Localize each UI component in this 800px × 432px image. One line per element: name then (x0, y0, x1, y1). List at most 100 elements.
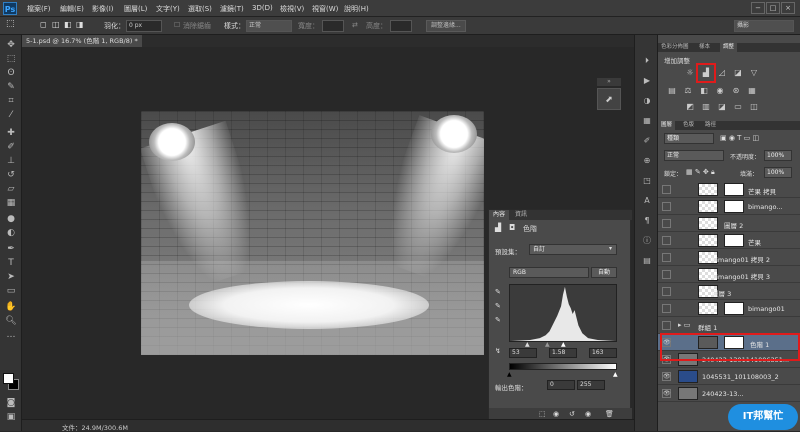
height-input[interactable] (390, 20, 412, 32)
posterize-icon[interactable]: ▥ (700, 102, 712, 112)
delete-icon[interactable]: 🗑︎ (605, 410, 614, 418)
subtract-selection-icon[interactable]: ◧ (64, 20, 72, 29)
menu-filter[interactable]: 濾鏡(T) (220, 4, 244, 14)
clone-source-icon[interactable]: ⊕ (639, 155, 655, 167)
output-black-slider[interactable]: ▲ (507, 371, 512, 378)
foreground-color-swatch[interactable] (3, 373, 14, 384)
antialias-checkbox[interactable]: ☐ (174, 21, 180, 29)
hue-sat-icon[interactable]: ▤ (666, 86, 678, 96)
more-tools-icon[interactable]: … (3, 329, 19, 341)
menu-layer[interactable]: 圖層(L) (124, 4, 147, 14)
black-white-icon[interactable]: ◧ (698, 86, 710, 96)
shape-tool-icon[interactable]: ▭ (3, 285, 19, 297)
maximize-button[interactable]: □ (766, 2, 780, 14)
threshold-icon[interactable]: ◪ (716, 102, 728, 112)
tab-properties[interactable]: 內容 (489, 210, 510, 220)
paragraph-icon[interactable]: ¶ (639, 215, 655, 227)
brush-preset-icon[interactable]: ✐ (639, 135, 655, 147)
visibility-icon[interactable]: ◉ (585, 410, 591, 418)
invert-icon[interactable]: ◩ (684, 102, 696, 112)
tab-channels[interactable]: 色版 (680, 121, 697, 130)
menu-window[interactable]: 視窗(W) (312, 4, 338, 14)
fill-field[interactable]: 100% (764, 167, 792, 178)
color-lookup-icon[interactable]: ▦ (746, 86, 758, 96)
actions-icon[interactable]: ▶ (639, 75, 655, 87)
eye-icon[interactable] (662, 236, 671, 245)
input-gamma-field[interactable]: 1.58 (549, 348, 577, 358)
gradient-tool-icon[interactable]: ▦ (3, 197, 19, 209)
preset-select[interactable]: 自訂 (529, 244, 617, 255)
eye-icon[interactable] (662, 253, 671, 262)
width-input[interactable] (322, 20, 344, 32)
stamp-tool-icon[interactable]: ⊥ (3, 155, 19, 167)
curves-icon[interactable]: ◿ (716, 68, 728, 78)
crop-tool-icon[interactable]: ⌗ (3, 95, 19, 107)
document-tab[interactable]: 5-1.psd @ 16.7% (色階 1, RGB/8) * (22, 35, 142, 47)
black-point-eyedropper-icon[interactable]: ✎ (495, 288, 503, 296)
notes-icon[interactable]: ▤ (639, 255, 655, 267)
eye-icon[interactable] (662, 304, 671, 313)
folder-icon[interactable]: ▸ ▭ (678, 321, 690, 329)
history-icon[interactable]: ⏵ (639, 55, 655, 67)
color-icon[interactable]: ◑ (639, 95, 655, 107)
path-select-icon[interactable]: ➤ (3, 271, 19, 283)
collapse-panel-icon[interactable]: » (597, 78, 621, 86)
output-white-field[interactable]: 255 (577, 380, 605, 390)
layer-group-row[interactable]: ▸ ▭ 群組 1 (658, 317, 800, 334)
menu-3d[interactable]: 3D(D) (252, 4, 273, 12)
brightness-icon[interactable]: ☼ (684, 68, 696, 78)
input-black-field[interactable]: 53 (509, 348, 537, 358)
history-brush-icon[interactable]: ↺ (3, 169, 19, 181)
eye-icon[interactable] (662, 270, 671, 279)
healing-tool-icon[interactable]: ✚ (3, 127, 19, 139)
channel-mixer-icon[interactable]: ⊛ (730, 86, 742, 96)
channel-select[interactable]: RGB (509, 267, 589, 278)
eye-icon[interactable] (662, 321, 671, 330)
view-previous-icon[interactable]: ◉ (553, 410, 559, 418)
close-button[interactable]: × (781, 2, 795, 14)
layer-row[interactable]: 👁︎ 240423-13... (658, 385, 800, 402)
layer-row[interactable]: 芒果 (658, 232, 800, 249)
swap-icon[interactable]: ⇄ (352, 21, 358, 29)
tab-adjustments[interactable]: 調整 (720, 43, 738, 52)
eraser-tool-icon[interactable]: ▱ (3, 183, 19, 195)
exposure-icon[interactable]: ◪ (732, 68, 744, 78)
styles-icon[interactable]: ◳ (639, 175, 655, 187)
auto-button[interactable]: 自動 (591, 267, 617, 278)
menu-view[interactable]: 檢視(V) (280, 4, 304, 14)
clipping-icon[interactable]: ↯ (495, 347, 501, 355)
eye-icon[interactable] (662, 219, 671, 228)
dodge-tool-icon[interactable]: ◐ (3, 227, 19, 239)
tab-info[interactable]: 資訊 (511, 210, 531, 220)
menu-help[interactable]: 說明(H) (344, 4, 369, 14)
layer-row[interactable]: 芒果 拷貝 (658, 181, 800, 198)
lock-icons[interactable]: ▦ ✎ ✥ 🔒︎ (686, 168, 715, 177)
layer-row[interactable]: 👁︎ 1045531_101108003_2 (658, 368, 800, 385)
tab-layers[interactable]: 圖層 (658, 121, 676, 130)
gradient-map-icon[interactable]: ▭ (732, 102, 744, 112)
brush-tool-icon[interactable]: ✐ (3, 141, 19, 153)
tab-samples[interactable]: 樣本 (696, 43, 713, 52)
eye-icon[interactable]: 👁︎ (662, 372, 671, 381)
eyedropper-tool-icon[interactable]: ⁄ (3, 109, 19, 121)
tab-histogram[interactable]: 色彩分佈圖 (658, 43, 692, 52)
photo-filter-icon[interactable]: ◉ (714, 86, 726, 96)
move-tool-icon[interactable]: ✥ (3, 39, 19, 51)
gray-point-eyedropper-icon[interactable]: ✎ (495, 302, 503, 310)
navigator-icon[interactable]: ⬈ (597, 88, 621, 110)
zoom-tool-icon[interactable]: 🔍︎ (3, 315, 19, 327)
menu-image[interactable]: 影像(I) (92, 4, 114, 14)
menu-select[interactable]: 選取(S) (188, 4, 212, 14)
screen-mode-icon[interactable]: ▣ (3, 411, 19, 423)
white-point-eyedropper-icon[interactable]: ✎ (495, 316, 503, 324)
vibrance-icon[interactable]: ▽ (748, 68, 760, 78)
eye-icon[interactable] (662, 185, 671, 194)
blur-tool-icon[interactable]: ● (3, 213, 19, 225)
type-tool-icon[interactable]: T (3, 257, 19, 269)
pen-tool-icon[interactable]: ✒ (3, 243, 19, 255)
tab-paths[interactable]: 路徑 (702, 121, 719, 130)
refine-edge-button[interactable]: 調整邊緣... (426, 20, 466, 32)
character-icon[interactable]: A (639, 195, 655, 207)
eye-icon[interactable] (662, 287, 671, 296)
layer-row[interactable]: bimango01 拷貝 2 (658, 249, 800, 266)
